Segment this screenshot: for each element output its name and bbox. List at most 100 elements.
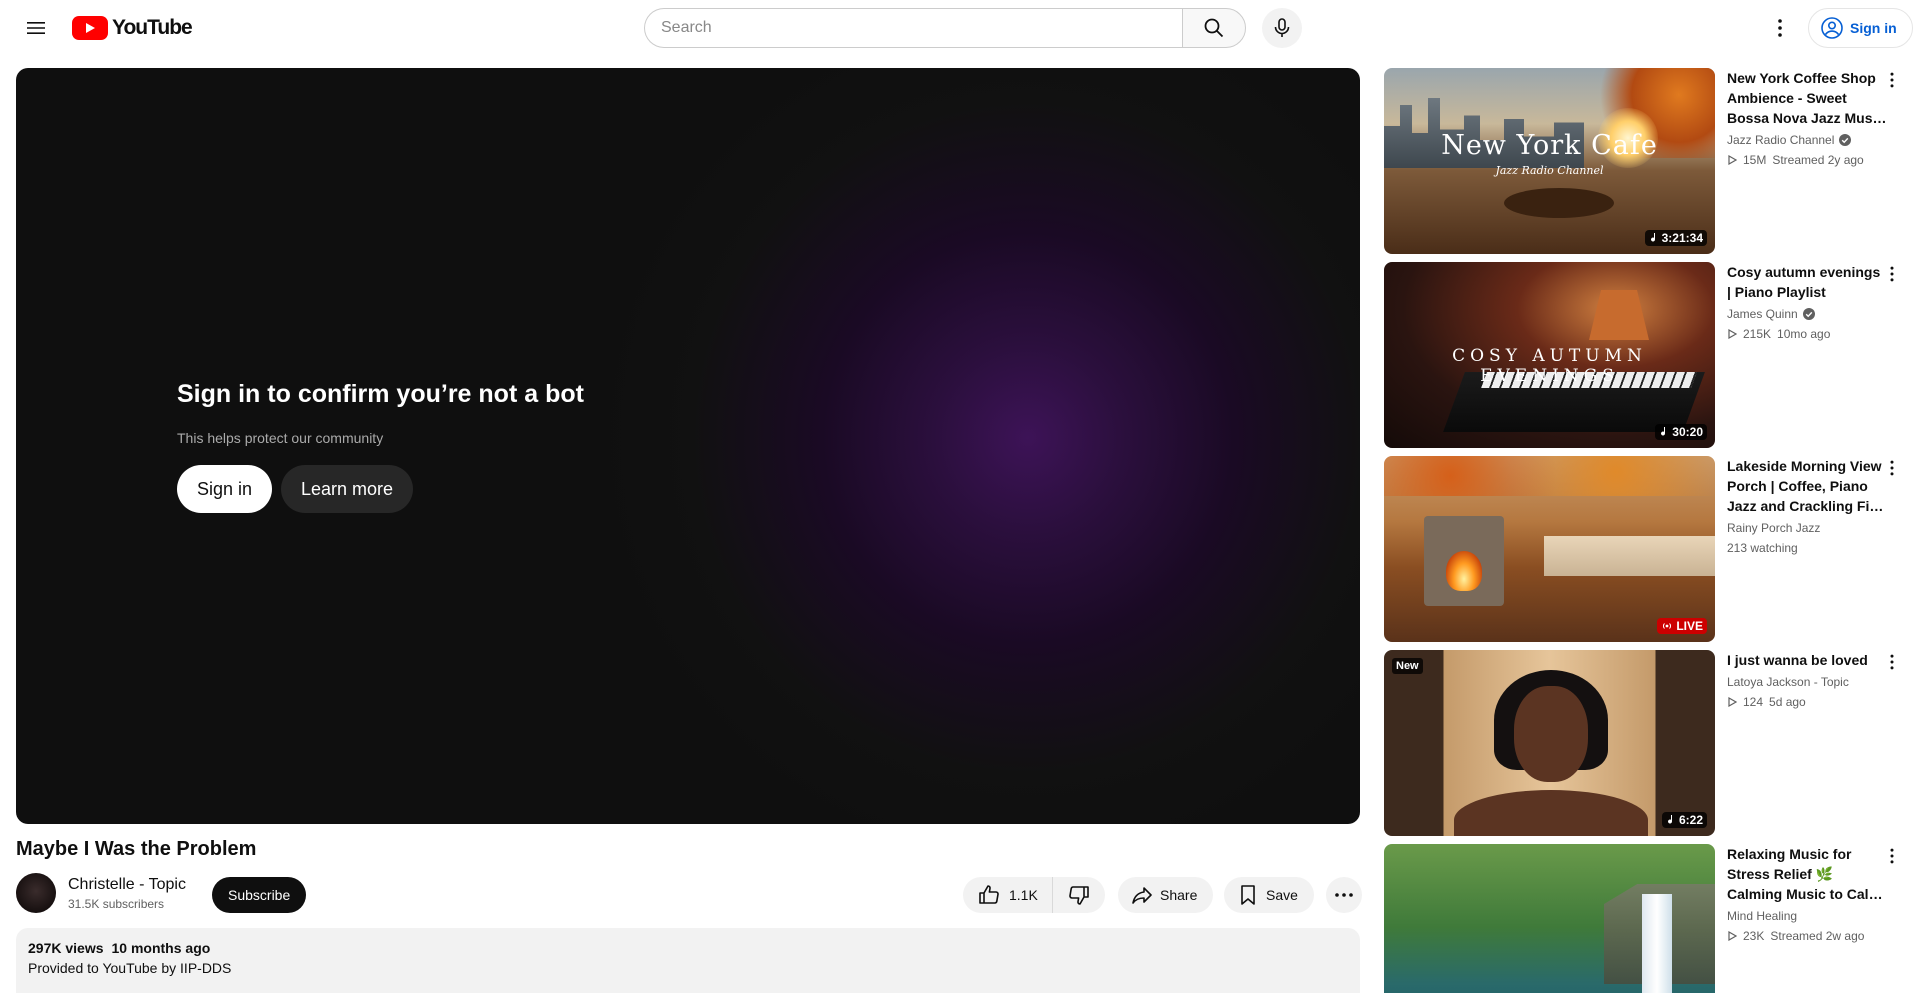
youtube-logo[interactable]: YouTube (72, 15, 193, 41)
channel-name[interactable]: Mind Healing (1727, 907, 1797, 925)
view-count: 215K (1743, 327, 1772, 341)
related-video-item[interactable]: COSY AUTUMN EVENINGS 30:20 Cosy autumn e… (1384, 262, 1904, 448)
play-icon (1728, 155, 1737, 165)
video-title[interactable]: Relaxing Music for Stress Relief 🌿 Calmi… (1727, 844, 1887, 904)
settings-menu-button[interactable] (1760, 8, 1800, 48)
action-menu-button[interactable] (1880, 456, 1904, 480)
upload-age: Streamed 2w ago (1770, 929, 1865, 943)
thumbnail-art (1589, 290, 1649, 340)
view-count: 23K (1743, 929, 1765, 943)
upload-age: Streamed 2y ago (1772, 153, 1864, 167)
channel-name[interactable]: Latoya Jackson - Topic (1727, 673, 1849, 691)
video-thumbnail[interactable]: New York Cafe Jazz Radio Channel 3:21:34 (1384, 68, 1715, 254)
duration-text: 30:20 (1672, 425, 1703, 439)
action-menu-button[interactable] (1880, 68, 1904, 92)
channel-name[interactable]: Christelle - Topic (68, 876, 186, 894)
video-stats: 15M Streamed 2y ago (1727, 151, 1887, 169)
video-title[interactable]: Lakeside Morning View Porch | Coffee, Pi… (1727, 456, 1887, 516)
duration-badge: 6:22 (1661, 812, 1707, 828)
channel-row: Jazz Radio Channel (1727, 131, 1887, 149)
header-sign-in-button[interactable]: Sign in (1808, 8, 1913, 48)
video-thumbnail[interactable]: COSY AUTUMN EVENINGS 30:20 (1384, 262, 1715, 448)
like-dislike-group: 1.1K (963, 877, 1105, 913)
search-icon (1204, 18, 1224, 38)
video-details: Lakeside Morning View Porch | Coffee, Pi… (1727, 456, 1887, 642)
action-menu-button[interactable] (1880, 844, 1904, 868)
vertical-dots-icon (1890, 848, 1894, 864)
thumbnail-art (1544, 536, 1715, 576)
duration-text: 6:22 (1678, 813, 1703, 827)
search-button[interactable] (1182, 8, 1246, 48)
save-button[interactable]: Save (1224, 877, 1314, 913)
horizontal-dots-icon (1335, 893, 1353, 897)
more-actions-button[interactable] (1326, 877, 1362, 913)
related-video-item[interactable]: New York Cafe Jazz Radio Channel 3:21:34… (1384, 68, 1904, 254)
description-box[interactable]: 297K views 10 months ago Provided to YouT… (16, 928, 1360, 993)
like-button[interactable]: 1.1K (963, 877, 1052, 913)
action-menu-button[interactable] (1880, 262, 1904, 286)
play-icon (1728, 697, 1737, 707)
channel-name[interactable]: Jazz Radio Channel (1727, 131, 1834, 149)
duration-text: 3:21:34 (1661, 231, 1703, 245)
play-icon (1728, 329, 1737, 339)
microphone-icon (1274, 18, 1290, 37)
thumbnail-art (1514, 686, 1588, 782)
video-player[interactable]: Sign in to confirm you’re not a bot This… (16, 68, 1360, 824)
player-sign-in-button[interactable]: Sign in (177, 465, 273, 513)
live-broadcast-icon (1663, 623, 1672, 629)
thumbnail-art (1454, 790, 1648, 836)
video-details: New York Coffee Shop Ambience - Sweet Bo… (1727, 68, 1887, 254)
live-label: LIVE (1676, 619, 1703, 633)
related-video-item[interactable]: Relaxing Music for Stress Relief 🌿 Calmi… (1384, 844, 1904, 993)
vertical-dots-icon (1890, 72, 1894, 88)
sign-in-label: Sign in (1850, 20, 1897, 36)
video-title[interactable]: I just wanna be loved (1727, 650, 1887, 670)
video-title[interactable]: Cosy autumn evenings | Piano Playlist (1727, 262, 1887, 302)
like-count: 1.1K (1009, 887, 1038, 903)
subscriber-count: 31.5K subscribers (68, 896, 165, 911)
upload-age: 5d ago (1769, 695, 1806, 709)
thumbnail-title-text: COSY AUTUMN EVENINGS (1452, 346, 1647, 386)
view-count: 297K views (28, 940, 104, 956)
learn-more-button[interactable]: Learn more (281, 465, 414, 513)
search-box (644, 8, 1246, 48)
account-circle-icon (1821, 17, 1843, 39)
thumbnail-art (1504, 188, 1614, 218)
vertical-dots-icon (1890, 654, 1894, 670)
video-title: Maybe I Was the Problem (16, 838, 257, 860)
channel-name[interactable]: James Quinn (1727, 305, 1798, 323)
dislike-button[interactable] (1051, 877, 1105, 913)
video-thumbnail[interactable]: LIVE (1384, 456, 1715, 642)
video-stats: 124 5d ago (1727, 693, 1887, 711)
view-count: 124 (1743, 695, 1764, 709)
subscribe-button[interactable]: Subscribe (212, 877, 307, 913)
guide-menu-button[interactable] (16, 8, 56, 48)
hamburger-icon (27, 22, 45, 34)
thumbnail-art (1446, 551, 1482, 591)
search-input[interactable] (644, 8, 1182, 48)
channel-row: Latoya Jackson - Topic (1727, 673, 1887, 691)
channel-avatar[interactable] (16, 873, 56, 913)
description-meta: 297K views 10 months ago (28, 940, 1348, 956)
video-stats: 213 watching (1727, 539, 1887, 557)
video-thumbnail[interactable] (1384, 844, 1715, 993)
share-label: Share (1160, 887, 1198, 903)
related-videos: New York Cafe Jazz Radio Channel 3:21:34… (1384, 68, 1904, 993)
new-badge: New (1392, 658, 1423, 674)
watching-count: 213 watching (1727, 541, 1798, 555)
video-title[interactable]: New York Coffee Shop Ambience - Sweet Bo… (1727, 68, 1887, 128)
related-video-item[interactable]: New 6:22 I just wanna be loved Latoya Ja… (1384, 650, 1904, 836)
video-thumbnail[interactable]: New 6:22 (1384, 650, 1715, 836)
play-icon (1728, 931, 1737, 941)
thumbs-down-icon (1069, 886, 1089, 905)
masthead: YouTube Sign in (0, 0, 1920, 56)
music-note-icon (1661, 427, 1666, 436)
share-icon (1132, 887, 1152, 904)
action-menu-button[interactable] (1880, 650, 1904, 674)
thumbnail-subtitle-text: Jazz Radio Channel (1495, 164, 1604, 177)
channel-name[interactable]: Rainy Porch Jazz (1727, 519, 1820, 537)
related-video-item[interactable]: LIVE Lakeside Morning View Porch | Coffe… (1384, 456, 1904, 642)
video-details: Relaxing Music for Stress Relief 🌿 Calmi… (1727, 844, 1887, 993)
voice-search-button[interactable] (1262, 8, 1302, 48)
share-button[interactable]: Share (1118, 877, 1214, 913)
